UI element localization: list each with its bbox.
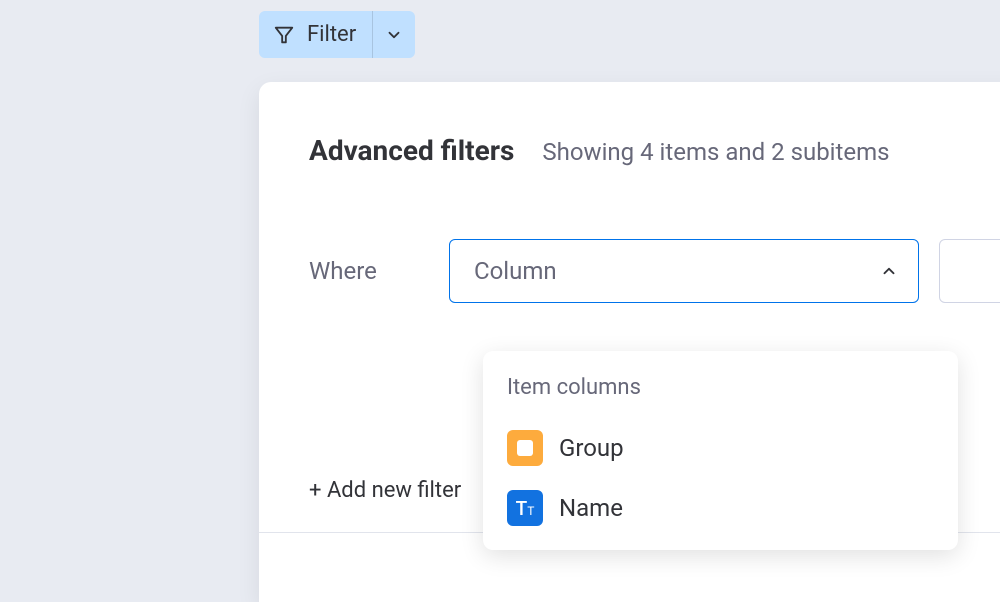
where-label: Where xyxy=(309,257,429,285)
dropdown-item-group[interactable]: Group xyxy=(483,418,958,478)
condition-select[interactable] xyxy=(939,239,1000,303)
column-dropdown: Item columns Group TT Name xyxy=(483,351,958,550)
panel-header: Advanced filters Showing 4 items and 2 s… xyxy=(259,82,1000,167)
filter-chevron-button[interactable] xyxy=(373,11,415,58)
filter-condition-row: Where Column xyxy=(259,167,1000,303)
chevron-up-icon xyxy=(880,262,898,280)
chevron-down-icon xyxy=(385,26,403,44)
dropdown-section-title: Item columns xyxy=(483,375,958,418)
filter-label: Filter xyxy=(307,22,356,47)
text-icon: TT xyxy=(507,490,543,526)
panel-title: Advanced filters xyxy=(309,134,514,167)
add-filter-button[interactable]: + Add new filter xyxy=(309,478,461,503)
filter-icon xyxy=(273,24,295,46)
filter-button-main[interactable]: Filter xyxy=(259,11,372,58)
dropdown-item-label: Group xyxy=(559,434,624,462)
group-icon xyxy=(507,430,543,466)
dropdown-item-name[interactable]: TT Name xyxy=(483,478,958,538)
filter-button[interactable]: Filter xyxy=(259,11,415,58)
dropdown-item-label: Name xyxy=(559,494,623,522)
column-select[interactable]: Column xyxy=(449,239,919,303)
panel-subtitle: Showing 4 items and 2 subitems xyxy=(542,138,889,166)
column-select-placeholder: Column xyxy=(474,257,557,285)
